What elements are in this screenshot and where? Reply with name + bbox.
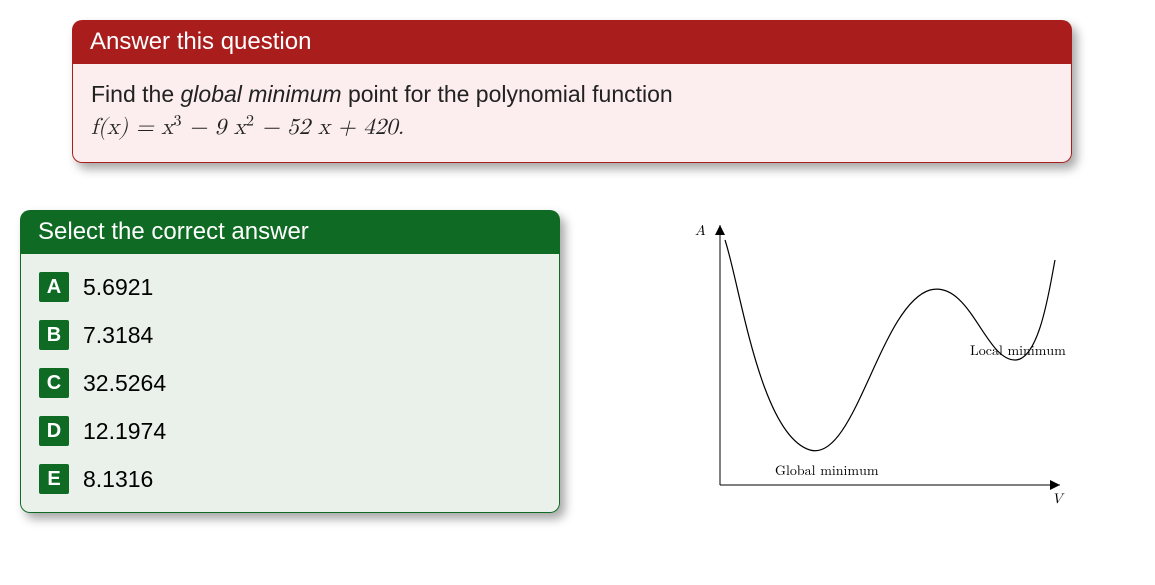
question-box: Answer this question Find the global min… (72, 20, 1072, 163)
answer-value: 12.1974 (83, 418, 166, 445)
answer-option-e[interactable]: E 8.1316 (39, 464, 541, 494)
question-prompt-prefix: Find the (91, 81, 181, 107)
question-prompt-suffix: point for the polynomial function (342, 81, 673, 107)
answer-option-d[interactable]: D 12.1974 (39, 416, 541, 446)
question-header: Answer this question (72, 20, 1072, 64)
answer-badge: A (39, 272, 69, 302)
answers-header-text: Select the correct answer (38, 218, 309, 245)
question-body: Find the global minimum point for the po… (72, 64, 1072, 163)
answer-badge: D (39, 416, 69, 446)
answer-option-c[interactable]: C 32.5264 (39, 368, 541, 398)
minimum-diagram: A V Global minimum Local minimum (640, 225, 1120, 525)
global-min-label: Global minimum (775, 464, 879, 478)
answer-value: 8.1316 (83, 466, 153, 493)
answer-value: 32.5264 (83, 370, 166, 397)
y-axis-label: A (695, 224, 706, 238)
answers-body: A 5.6921 B 7.3184 C 32.5264 D 12.1974 E … (20, 254, 560, 513)
answer-badge: C (39, 368, 69, 398)
answers-header: Select the correct answer (20, 210, 560, 254)
x-axis-label: V (1052, 492, 1065, 506)
question-formula: f(x) = x3 − 9 x2 − 52 x + 420. (91, 116, 404, 139)
question-prompt-emphasis: global minimum (181, 81, 342, 107)
answer-value: 7.3184 (83, 322, 153, 349)
question-header-text: Answer this question (90, 28, 311, 55)
answers-box: Select the correct answer A 5.6921 B 7.3… (20, 210, 560, 513)
answer-value: 5.6921 (83, 274, 153, 301)
local-min-label: Local minimum (970, 344, 1066, 358)
answer-option-a[interactable]: A 5.6921 (39, 272, 541, 302)
answer-badge: E (39, 464, 69, 494)
answer-badge: B (39, 320, 69, 350)
answer-option-b[interactable]: B 7.3184 (39, 320, 541, 350)
